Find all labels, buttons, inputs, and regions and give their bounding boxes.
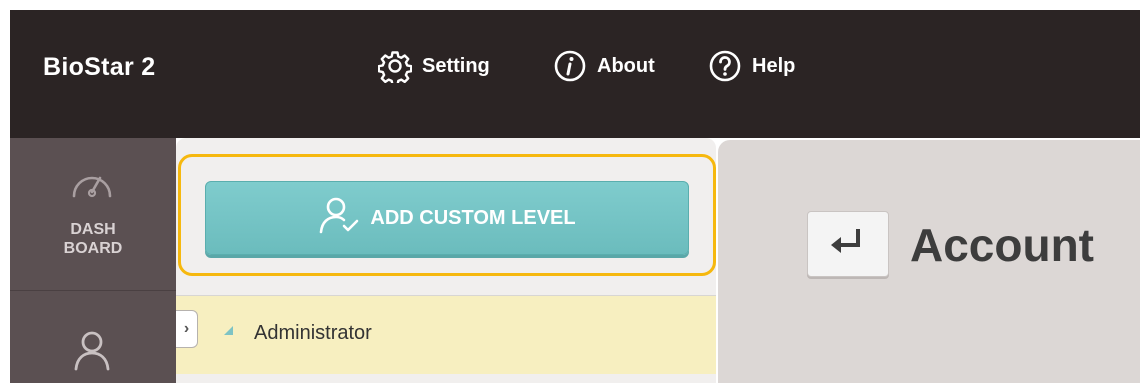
help-menu[interactable]: Help [708,46,795,86]
about-menu[interactable]: About [553,46,655,86]
tree-item-label: Administrator [254,322,372,344]
top-bar: BioStar 2 Setting About Help [10,10,1140,138]
user-check-icon [318,196,370,240]
level-list-panel: ADD CUSTOM LEVEL › Administrator [176,138,716,383]
back-button[interactable] [807,211,889,277]
expand-arrow-icon[interactable] [224,326,233,335]
add-custom-level-button[interactable]: ADD CUSTOM LEVEL [205,181,689,255]
about-label: About [597,54,655,77]
page-title: Account [910,219,1094,271]
panel-toggle-button[interactable]: › [176,310,198,348]
gear-icon [378,49,412,83]
app-window: BioStar 2 Setting About Help DASH BOARD … [0,0,1140,383]
sidebar: DASH BOARD [10,138,176,383]
setting-menu[interactable]: Setting [378,46,490,86]
help-icon [708,49,742,83]
setting-label: Setting [422,54,490,77]
sidebar-item-label: DASH BOARD [63,221,123,257]
add-custom-level-label: ADD CUSTOM LEVEL [370,206,576,229]
info-icon [553,49,587,83]
sidebar-item-user[interactable] [10,291,176,383]
return-arrow-icon [828,227,868,262]
app-title: BioStar 2 [43,53,156,81]
detail-panel: Account [718,140,1140,383]
help-label: Help [752,54,796,77]
tree-row-administrator[interactable]: › Administrator [176,296,716,374]
sidebar-item-dashboard[interactable]: DASH BOARD [10,138,176,291]
